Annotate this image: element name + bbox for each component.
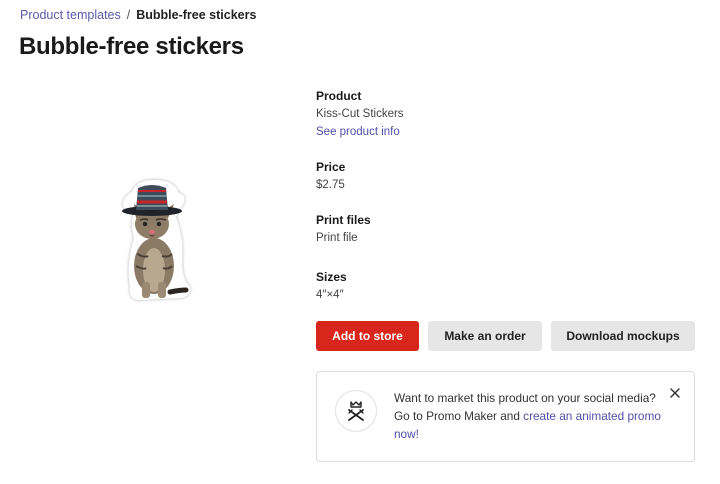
breadcrumb-link-product-templates[interactable]: Product templates [20, 8, 121, 22]
print-files-value: Print file [316, 232, 358, 244]
promo-line1: Want to market this product on your soci… [394, 391, 656, 405]
page-title: Bubble-free stickers [19, 33, 244, 60]
create-animated-promo-link-suffix[interactable]: now! [394, 427, 419, 441]
print-files-label: Print files [316, 213, 371, 227]
product-value: Kiss-Cut Stickers [316, 108, 404, 120]
promo-text: Want to market this product on your soci… [394, 389, 670, 443]
see-product-info-link[interactable]: See product info [316, 124, 516, 140]
product-info-block: Product Kiss-Cut Stickers See product in… [316, 88, 516, 140]
product-label: Product [316, 89, 362, 103]
breadcrumb-separator: / [126, 8, 131, 22]
make-an-order-button[interactable]: Make an order [428, 321, 542, 351]
price-value: $2.75 [316, 179, 345, 191]
breadcrumb: Product templates / Bubble-free stickers [20, 7, 256, 23]
breadcrumb-current: Bubble-free stickers [136, 8, 257, 22]
price-label: Price [316, 160, 346, 174]
print-files-block: Print files Print file [316, 212, 516, 246]
sizes-label: Sizes [316, 270, 347, 284]
add-to-store-button[interactable]: Add to store [316, 321, 419, 351]
page: Product templates / Bubble-free stickers B… [0, 0, 720, 484]
download-mockups-button[interactable]: Download mockups [551, 321, 695, 351]
promo-maker-banner: Want to market this product on your soci… [316, 371, 695, 462]
create-animated-promo-link[interactable]: create an animated promo [523, 409, 661, 423]
kitten-sticker-image [112, 174, 198, 306]
sizes-block: Sizes 4″×4″ [316, 269, 516, 303]
close-icon[interactable] [668, 386, 682, 400]
promo-maker-icon [335, 390, 377, 432]
sizes-value: 4″×4″ [316, 289, 344, 301]
price-block: Price $2.75 [316, 159, 516, 193]
promo-line2-prefix: Go to Promo Maker and [394, 409, 524, 423]
